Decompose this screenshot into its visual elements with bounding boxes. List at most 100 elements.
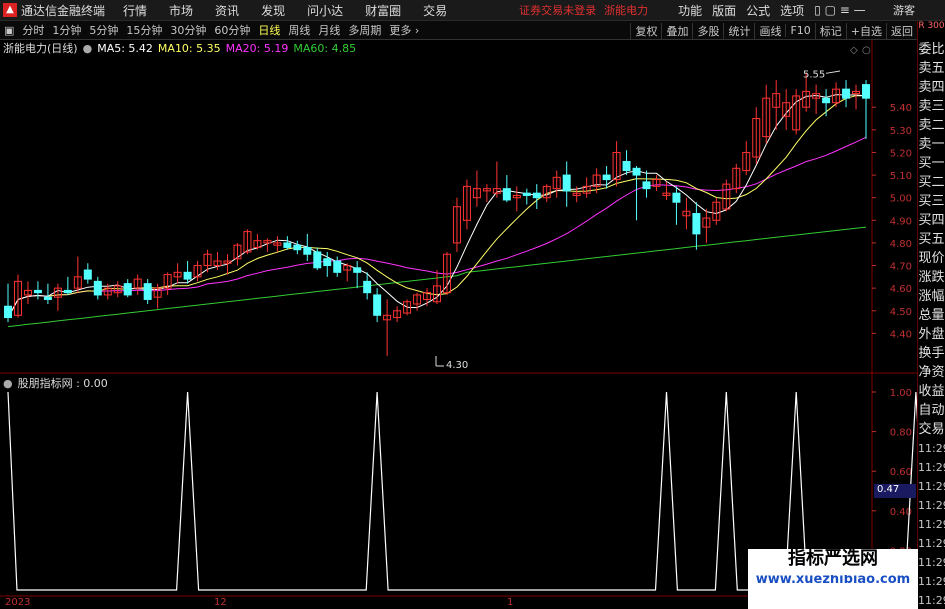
candle-body — [283, 242, 292, 248]
sidebar-time: 11:29 — [918, 537, 945, 550]
candle-body — [353, 267, 362, 273]
period-toolbar: ▣ 分时 1分钟 5分钟 15分钟 30分钟 60分钟 日线 周线 月线 多周期… — [0, 21, 945, 40]
candle-body — [123, 283, 132, 296]
candle-body — [303, 246, 312, 255]
login-warning[interactable]: 证券交易未登录 — [519, 2, 596, 18]
price-tick-label: 5.00 — [890, 194, 912, 205]
candle-body — [862, 84, 870, 99]
sidebar-time: 11:29 — [918, 556, 945, 569]
candle-body — [93, 280, 102, 296]
watermark-url: www.xuezhibiao.com — [755, 572, 911, 587]
menu-wealth[interactable]: 财富圈 — [365, 2, 401, 19]
sidebar-label: 外盘 — [918, 327, 945, 342]
sidebar-label: 净资 — [918, 365, 945, 380]
menu-ask[interactable]: 问小达 — [307, 2, 343, 19]
sidebar-label: 总量 — [918, 308, 945, 323]
indicator-tick-label: 0.80 — [890, 428, 912, 439]
period-more[interactable]: 更多 › — [385, 22, 423, 38]
high-price-label: 5.55 — [803, 69, 825, 80]
menu-news[interactable]: 资讯 — [215, 2, 239, 19]
candle-body — [313, 251, 322, 269]
sidebar-label: 换手 — [918, 346, 945, 361]
sidebar-label: 交易 — [918, 422, 945, 437]
chart-tools: 复权 叠加 多股 统计 画线 F10 标记 +自选 返回 — [630, 21, 917, 40]
guest-label[interactable]: 游客 — [893, 2, 915, 18]
btn-add-watchlist[interactable]: +自选 — [845, 22, 886, 39]
date-label-dec: 12 — [214, 597, 227, 608]
sidebar-label: 卖一 — [918, 137, 945, 152]
period-daily[interactable]: 日线 — [254, 22, 284, 38]
candle-body — [43, 296, 52, 300]
period-more-label: 更多 — [389, 24, 412, 37]
sidebar-label: 委比 — [918, 42, 945, 57]
candle-body — [622, 161, 631, 172]
watermark-title: 指标严选网 — [748, 549, 918, 575]
sidebar-times: 11:29 11:29 11:29 11:29 11:29 11:29 11:29 11:29… — [918, 439, 945, 609]
period-60min[interactable]: 60分钟 — [210, 22, 254, 38]
candle-body — [522, 192, 531, 196]
btn-f10[interactable]: F10 — [785, 24, 814, 37]
sidebar-top: R 300 — [918, 21, 945, 31]
candle-body — [323, 258, 332, 267]
diamond-icon: ◇ — [850, 45, 858, 56]
btn-mark[interactable]: 标记 — [814, 22, 846, 39]
menu-discover[interactable]: 发现 — [261, 2, 285, 19]
menu-formula[interactable]: 公式 — [746, 2, 770, 19]
app-title: 通达信金融终端 — [21, 3, 106, 18]
candle-body — [502, 188, 511, 201]
period-intraday[interactable]: 分时 — [18, 22, 48, 38]
menu-options[interactable]: 选项 — [780, 2, 804, 19]
sidebar-label: 买四 — [918, 213, 945, 228]
sidebar-label: 卖五 — [918, 61, 945, 76]
menu-market[interactable]: 市场 — [169, 2, 193, 19]
period-weekly[interactable]: 周线 — [284, 22, 314, 38]
period-15min[interactable]: 15分钟 — [122, 22, 166, 38]
sidebar-label: 买二 — [918, 175, 945, 190]
period-multi[interactable]: 多周期 — [344, 22, 385, 38]
price-tick-label: 4.80 — [890, 239, 912, 250]
sidebar-label: 卖三 — [918, 99, 945, 114]
candle-body — [33, 289, 42, 294]
toolbar-toggle-icon[interactable]: ▣ — [0, 24, 18, 37]
sidebar-label: 涨跌 — [918, 270, 945, 285]
menu-layout[interactable]: 版面 — [712, 2, 736, 19]
candle-body — [4, 305, 12, 319]
price-tick-label: 4.70 — [890, 262, 912, 273]
btn-restore-rights[interactable]: 复权 — [630, 22, 661, 39]
date-label-jan: 1 — [507, 597, 514, 608]
sidebar-time: 11:29 — [918, 442, 945, 455]
candle-body — [562, 174, 571, 192]
sidebar-time: 11:29 — [918, 461, 945, 474]
quote-sidebar: R 300 委比 卖五 卖四 卖三 卖二 卖一 买一 买二 买三 买四 买五 现价 涨跌 涨幅 总量 外盘 换手… — [917, 21, 945, 609]
price-tick-label: 4.50 — [890, 307, 912, 318]
sidebar-label: 卖四 — [918, 80, 945, 95]
btn-draw[interactable]: 画线 — [754, 22, 785, 39]
period-monthly[interactable]: 月线 — [314, 22, 344, 38]
low-price-label: 4.30 — [446, 360, 468, 371]
btn-multi-stock[interactable]: 多股 — [692, 22, 723, 39]
watermark: 指标严选网 www.xuezhibiao.com — [748, 549, 918, 609]
btn-stats[interactable]: 统计 — [723, 22, 754, 39]
candle-body — [333, 260, 342, 273]
window-controls-icon[interactable]: ▯ ▢ ≡ — — [814, 3, 865, 17]
period-5min[interactable]: 5分钟 — [85, 22, 122, 38]
sidebar-time: 11:29 — [918, 594, 945, 607]
candle-body — [692, 213, 701, 235]
candle-body — [183, 271, 192, 280]
btn-overlay[interactable]: 叠加 — [661, 22, 692, 39]
period-1min[interactable]: 1分钟 — [48, 22, 85, 38]
menu-trade[interactable]: 交易 — [423, 2, 447, 19]
menu-quotes[interactable]: 行情 — [123, 2, 147, 19]
candlestick-chart[interactable]: 5.40 5.30 5.20 5.10 5.00 4.90 4.80 4.70 4.60 4.50… — [0, 40, 917, 374]
menu-function[interactable]: 功能 — [678, 2, 702, 19]
price-tick-label: 4.60 — [890, 284, 912, 295]
btn-back[interactable]: 返回 — [886, 22, 917, 39]
period-30min[interactable]: 30分钟 — [166, 22, 210, 38]
price-tick-label: 4.90 — [890, 216, 912, 227]
price-tick-label: 5.30 — [890, 126, 912, 137]
candle-body — [602, 174, 611, 181]
sidebar-time: 11:29 — [918, 499, 945, 512]
circle-icon: ○ — [862, 45, 871, 56]
price-tick-label: 5.10 — [890, 171, 912, 182]
indicator-tick-label: 1.00 — [890, 388, 912, 399]
